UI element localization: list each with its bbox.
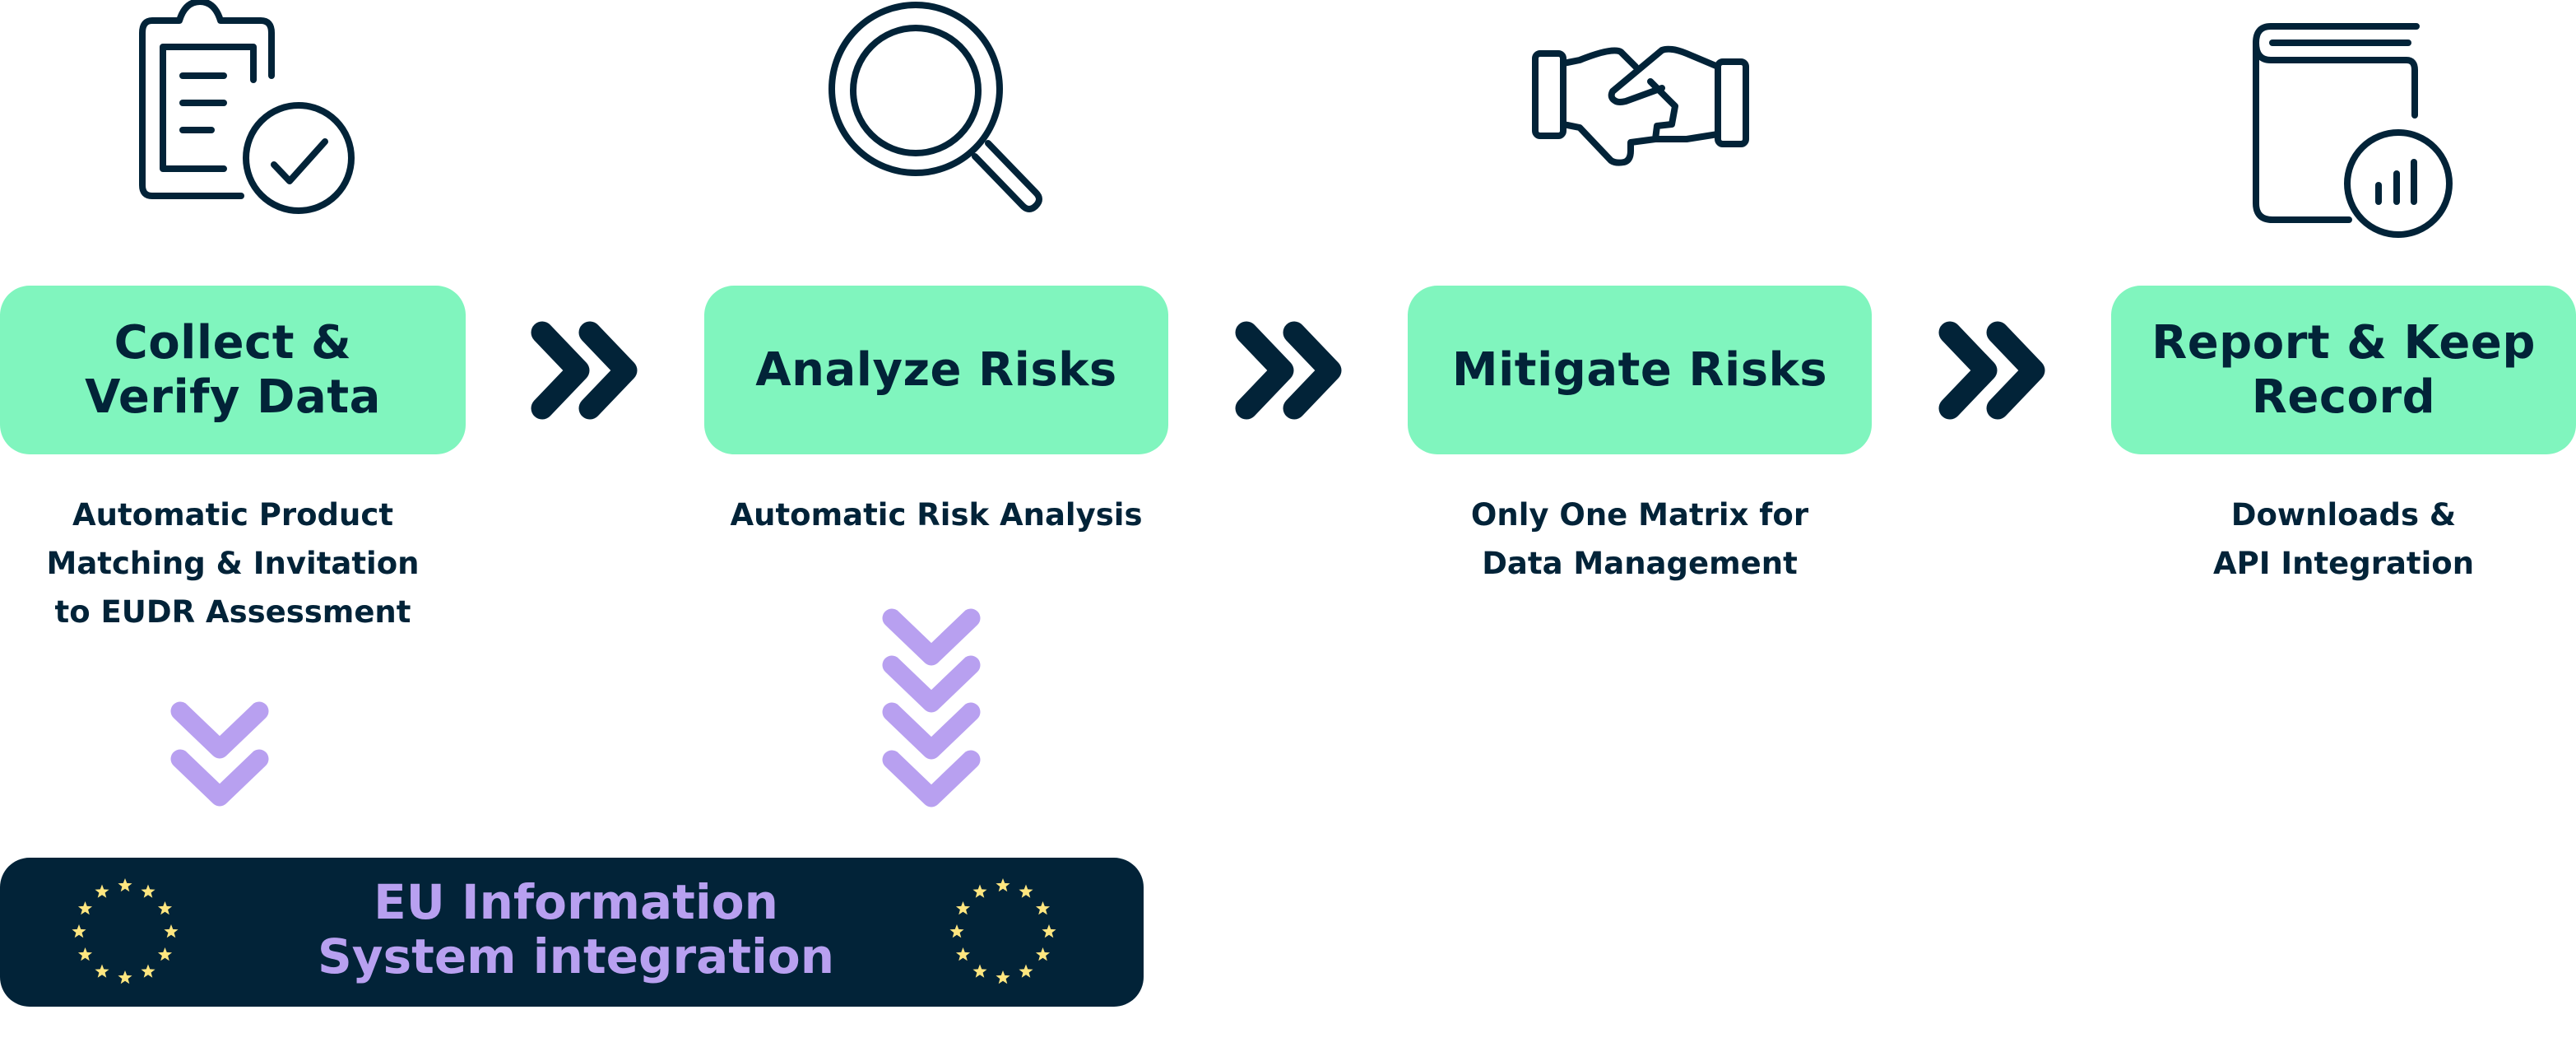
step-description: Only One Matrix for Data Management bbox=[1470, 497, 1809, 581]
step-title: Analyze Risks bbox=[755, 342, 1117, 397]
double-chevron-down-icon bbox=[169, 700, 271, 812]
eu-star bbox=[955, 947, 971, 961]
eu-stars-icon bbox=[949, 878, 1056, 984]
double-chevron-right-icon bbox=[1938, 321, 2045, 420]
eu-star bbox=[1035, 947, 1051, 961]
eu-star bbox=[1035, 901, 1051, 915]
eu-star bbox=[72, 924, 86, 938]
eu-integration-title: EU Information System integration bbox=[317, 874, 835, 984]
step-box-analyze-risks[interactable]: Analyze Risks bbox=[704, 286, 1168, 454]
book-chart-icon bbox=[2250, 21, 2464, 243]
magnifying-glass-icon bbox=[827, 0, 1049, 222]
eu-star bbox=[996, 970, 1010, 984]
eu-star bbox=[972, 964, 987, 978]
step-box-mitigate-risks[interactable]: Mitigate Risks bbox=[1408, 286, 1872, 454]
eu-star bbox=[164, 924, 179, 938]
double-chevron-right-icon bbox=[1235, 321, 1342, 420]
eu-star bbox=[996, 878, 1010, 892]
quadruple-chevron-down-icon bbox=[880, 607, 982, 812]
step-description: Automatic Risk Analysis bbox=[730, 497, 1143, 533]
step-title: Mitigate Risks bbox=[1451, 342, 1828, 397]
eu-star bbox=[141, 964, 155, 978]
eu-star bbox=[949, 924, 964, 938]
eu-star bbox=[157, 947, 173, 961]
eu-star bbox=[955, 901, 971, 915]
eu-star bbox=[972, 884, 987, 898]
eu-star bbox=[157, 901, 173, 915]
eu-star bbox=[141, 884, 155, 898]
step-title: Collect & Verify Data bbox=[85, 315, 381, 424]
eu-star bbox=[95, 884, 109, 898]
eu-stars-icon bbox=[72, 878, 179, 984]
step-box-report-record[interactable]: Report & Keep Record bbox=[2111, 286, 2576, 454]
eu-star bbox=[95, 964, 109, 978]
eu-star bbox=[1019, 884, 1033, 898]
step-box-collect-verify[interactable]: Collect & Verify Data bbox=[0, 286, 466, 454]
eu-star bbox=[1019, 964, 1033, 978]
step-title: Report & Keep Record bbox=[2151, 315, 2536, 424]
eu-star bbox=[118, 970, 132, 984]
step-description: Downloads & API Integration bbox=[2212, 497, 2475, 581]
eu-star bbox=[77, 947, 93, 961]
handshake-icon bbox=[1530, 45, 1752, 169]
step-description: Automatic Product Matching & Invitation … bbox=[46, 497, 420, 630]
double-chevron-right-icon bbox=[531, 321, 638, 420]
eu-star bbox=[77, 901, 93, 915]
eu-star bbox=[118, 878, 132, 892]
eu-star bbox=[1042, 924, 1056, 938]
clipboard-check-icon bbox=[136, 0, 366, 222]
